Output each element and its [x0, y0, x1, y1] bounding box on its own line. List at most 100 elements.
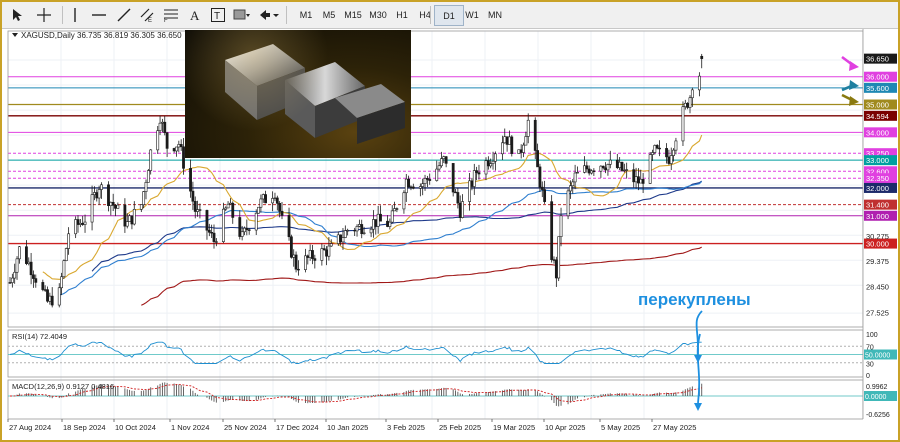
candle-body: [287, 215, 291, 238]
rsi-scale-label: 100: [866, 332, 878, 339]
candle-body: [198, 209, 202, 211]
candle-body: [224, 207, 228, 210]
candle-body: [552, 259, 556, 261]
candle-body: [587, 168, 591, 174]
candle-body: [142, 191, 146, 206]
candle-body: [74, 219, 78, 235]
candle-body: [329, 243, 333, 247]
trend-line-tool-icon[interactable]: [115, 5, 133, 25]
candle-body: [369, 228, 373, 234]
vertical-line-tool-icon[interactable]: [68, 5, 82, 25]
candle-body: [566, 190, 570, 217]
candle-body: [505, 136, 509, 145]
candle-body: [411, 186, 415, 189]
candle: [648, 152, 652, 185]
candle-body: [372, 219, 375, 230]
candle-body: [454, 191, 457, 194]
candle-body: [486, 160, 490, 167]
level-price-label: 36.000: [866, 73, 889, 82]
candle-body: [8, 282, 12, 284]
terminal-window: E F A T M1 M5 M15 M30 H1 H4 D1 W1 MN RSI(14) 72.…: [0, 0, 900, 442]
candle-body: [637, 176, 640, 184]
cursor-tool-icon[interactable]: [10, 5, 24, 25]
candle-body: [172, 148, 176, 152]
candle-body: [376, 213, 380, 227]
fibonacci-tool-icon[interactable]: F: [162, 5, 180, 25]
macd-scale-label: 0.9962: [866, 384, 888, 391]
candle: [566, 188, 570, 220]
candle-body: [362, 232, 366, 235]
candle-body: [475, 170, 479, 173]
candle-body: [634, 176, 638, 183]
candle-body: [583, 165, 586, 173]
candle-body: [681, 106, 685, 142]
candle-body: [388, 221, 392, 227]
rsi-level-label: 50.0000: [865, 353, 890, 360]
candle-body: [491, 160, 495, 164]
candle-body: [493, 153, 497, 162]
candle-body: [163, 121, 167, 134]
candle-body: [46, 289, 49, 302]
text-tool-icon[interactable]: A: [186, 5, 204, 25]
candle-body: [100, 184, 103, 190]
candle-body: [231, 202, 235, 218]
candle-body: [536, 150, 539, 168]
candle-body: [390, 210, 394, 223]
horizontal-line-tool-icon[interactable]: [90, 5, 108, 25]
candle: [510, 135, 514, 157]
toolbar-separator: [430, 6, 431, 24]
candle-body: [311, 250, 314, 259]
candle-body: [196, 209, 199, 212]
candle-body: [29, 261, 33, 276]
price-chart[interactable]: RSI(14) 72.4049 MACD(12,26,9) 0.9127 0.4…: [2, 29, 898, 440]
candle-body: [690, 89, 694, 99]
candle-body: [665, 148, 668, 158]
candle-body: [238, 217, 242, 237]
toolbar: E F A T M1 M5 M15 M30 H1 H4 D1 W1 MN: [2, 2, 898, 29]
candle-body: [325, 249, 328, 257]
level-price-label: 32.000: [866, 184, 889, 193]
candle-body: [576, 172, 579, 174]
candle-body: [451, 163, 455, 193]
candle-body: [622, 169, 626, 172]
candle-body: [226, 203, 230, 209]
candle-body: [590, 170, 593, 174]
candle: [257, 206, 260, 214]
candle-body: [550, 201, 554, 260]
candle-body: [533, 119, 537, 151]
candle-body: [386, 220, 389, 227]
candle-body: [76, 219, 80, 225]
shapes-menu-icon[interactable]: [232, 5, 252, 25]
candle: [620, 161, 624, 172]
candle-body: [554, 259, 558, 279]
candle-body: [25, 246, 28, 264]
candle-body: [139, 204, 143, 210]
candle-body: [245, 227, 249, 231]
candle: [550, 195, 554, 263]
timeframe-mn-button[interactable]: MN: [480, 5, 510, 24]
candle-body: [146, 170, 150, 183]
candle-body: [205, 210, 209, 231]
text-label-tool-icon[interactable]: T: [209, 5, 227, 25]
candle-body: [353, 229, 357, 232]
price-axis-tick-label: 28.450: [866, 283, 889, 292]
candle-body: [700, 55, 704, 59]
candle-body: [165, 132, 169, 149]
candle: [64, 247, 68, 262]
candle-body: [15, 258, 19, 273]
arrows-menu-icon[interactable]: [257, 5, 281, 25]
candle-body: [540, 186, 544, 190]
candle-body: [503, 136, 507, 144]
candle-body: [10, 277, 14, 283]
candle-body: [320, 248, 324, 261]
crosshair-tool-icon[interactable]: [34, 5, 54, 25]
chart-header: XAGUSD,Daily 36.735 36.819 36.305 36.650: [21, 31, 182, 40]
equidistant-channel-tool-icon[interactable]: E: [138, 5, 156, 25]
level-price-label: 34.594: [866, 112, 889, 121]
candle-body: [355, 226, 359, 232]
candle-body: [425, 178, 429, 180]
time-axis-label: 25 Feb 2025: [439, 423, 481, 432]
rsi-scale-label: 30: [866, 362, 874, 369]
candle-body: [402, 192, 406, 210]
candle-body: [57, 287, 61, 306]
